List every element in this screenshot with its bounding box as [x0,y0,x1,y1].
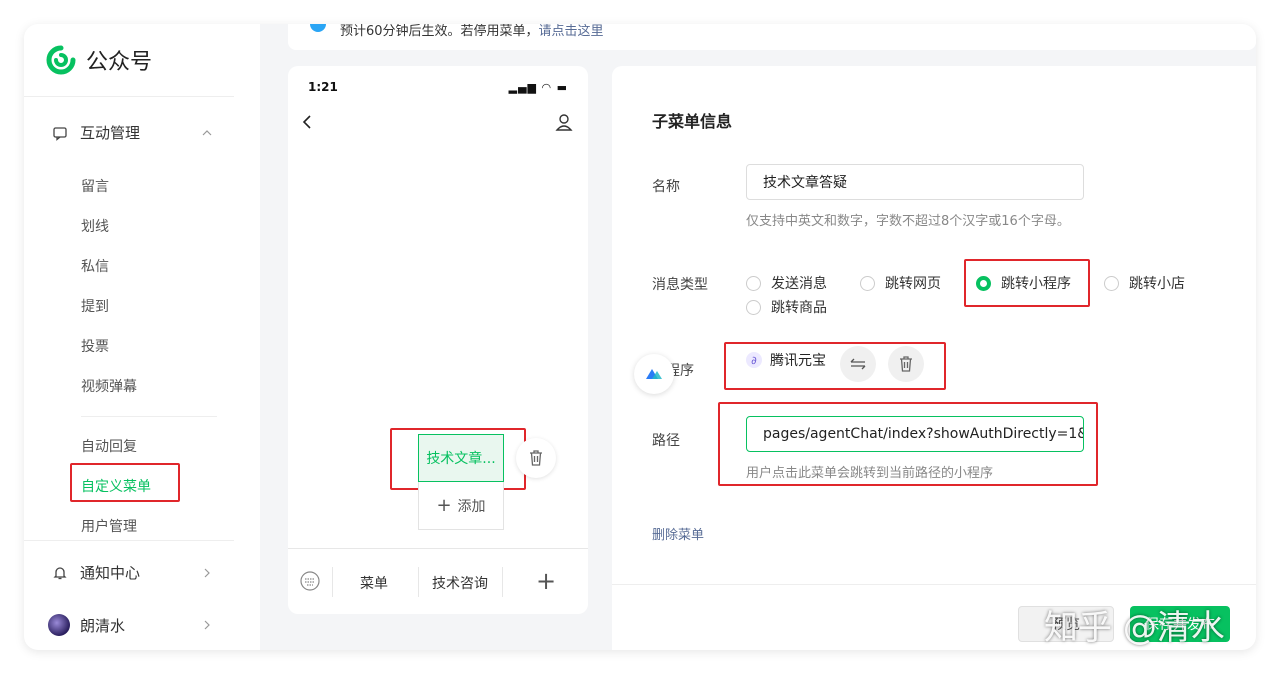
radio-circle [1104,275,1119,291]
msg-type-label: 消息类型 [652,277,708,293]
disable-menu-link[interactable]: 请点击这里 [539,24,604,39]
radio-circle [746,299,761,315]
sidebar-item-highlights[interactable]: 划线 [81,216,109,236]
radio-label: 跳转商品 [771,300,827,316]
notice-message: 预计60分钟后生效。若停用菜单， [340,24,539,39]
delete-menu-link[interactable]: 删除菜单 [652,524,704,543]
sidebar-group-label: 互动管理 [80,124,141,142]
name-label: 名称 [652,179,680,195]
highlight-box [964,259,1090,307]
divider [612,584,1256,585]
status-time: 1:21 [308,80,338,94]
sidebar-group-interaction[interactable]: 互动管理 [52,122,212,143]
radio-jump-webpage[interactable]: 跳转网页 [860,273,941,293]
chat-bubble-icon [53,126,67,141]
highlight-box [724,342,946,390]
sidebar-item-auto-reply[interactable]: 自动回复 [81,436,137,456]
add-label: 添加 [457,498,486,515]
sidebar-user[interactable]: 朗清水 [48,614,212,636]
divider [24,540,234,541]
radio-label: 跳转网页 [885,276,941,292]
name-hint: 仅支持中英文和数字，字数不超过8个汉字或16个字母。 [746,214,1070,229]
radio-send-message[interactable]: 发送消息 [746,273,827,293]
sidebar-group-label: 通知中心 [80,564,141,582]
divider [332,567,333,597]
sidebar-item-comments[interactable]: 留言 [81,176,109,196]
radio-circle [860,275,875,291]
radio-label: 发送消息 [771,276,827,292]
highlight-box [70,463,180,502]
wechat-official-account-icon [46,45,76,75]
sidebar-item-user-management[interactable]: 用户管理 [81,516,137,536]
menu-item-menu[interactable]: 菜单 [360,573,388,593]
radio-label: 跳转小店 [1129,276,1185,292]
highlight-box [718,402,1098,486]
radio-jump-shop[interactable]: 跳转小店 [1104,273,1185,293]
highlight-box [390,428,526,490]
phone-preview: 1:21 ▂▄▆ ◠ ▬ 技术文章... + 添加 菜单 技术咨询 + [288,66,588,614]
bell-icon [53,566,67,579]
form-title: 子菜单信息 [652,112,733,131]
app-title: 公众号 [86,50,153,75]
radio-circle [746,275,761,291]
app-logo[interactable]: 公众号 [46,44,152,76]
sidebar: 公众号 互动管理 留言 划线 私信 提到 投票 视频弹幕 自动回复 自定义菜单 … [24,24,260,650]
sidebar-item-mentions[interactable]: 提到 [81,296,109,316]
name-input[interactable]: 技术文章答疑 [746,164,1084,200]
sidebar-item-danmaku[interactable]: 视频弹幕 [81,376,137,396]
divider [81,416,217,417]
sidebar-item-messages[interactable]: 私信 [81,256,109,276]
chevron-right-icon [204,620,210,630]
floating-assistant-badge[interactable] [634,354,674,394]
path-label: 路径 [652,433,680,449]
sidebar-group-notifications[interactable]: 通知中心 [52,562,212,583]
chevron-up-icon [202,129,212,135]
info-icon [310,24,326,32]
submenu-form-panel: 子菜单信息 名称 技术文章答疑 仅支持中英文和数字，字数不超过8个汉字或16个字… [612,66,1256,650]
trash-icon [530,450,542,466]
divider [418,567,419,597]
notice-bar: 预计60分钟后生效。若停用菜单，请点击这里 [288,24,1256,50]
back-arrow-icon[interactable] [300,114,316,130]
sidebar-item-votes[interactable]: 投票 [81,336,109,356]
avatar [48,614,70,636]
app-window: 公众号 互动管理 留言 划线 私信 提到 投票 视频弹幕 自动回复 自定义菜单 … [24,24,1256,650]
user-profile-icon[interactable] [554,112,574,132]
assistant-logo-icon [646,369,662,379]
plus-icon: + [436,495,452,516]
user-name: 朗清水 [80,616,126,635]
chevron-right-icon [204,568,210,577]
radio-jump-product[interactable]: 跳转商品 [746,297,827,317]
divider [24,96,234,97]
status-icons: ▂▄▆ ◠ ▬ [508,81,568,94]
watermark: 知乎 @清水 [1044,608,1225,648]
divider [502,567,503,597]
menu-item-tech-consult[interactable]: 技术咨询 [432,573,488,593]
keyboard-icon[interactable] [300,571,320,591]
add-submenu-button[interactable]: + 添加 [418,482,504,530]
name-input-value: 技术文章答疑 [763,175,847,191]
delete-submenu-button[interactable] [516,438,556,478]
phone-menu-bar: 菜单 技术咨询 + [288,548,588,614]
add-menu-icon[interactable]: + [536,569,556,593]
notice-text: 预计60分钟后生效。若停用菜单，请点击这里 [340,24,604,39]
